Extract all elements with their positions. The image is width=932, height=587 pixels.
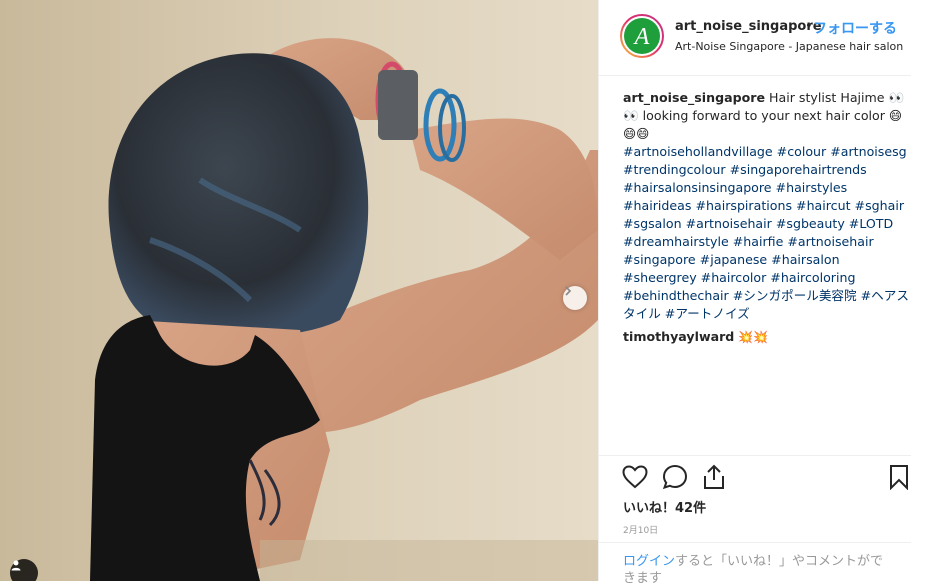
post-caption: art_noise_singapore Hair stylist Hajime …: [623, 89, 913, 323]
heart-icon: [622, 465, 648, 489]
comment-button[interactable]: [661, 463, 689, 491]
post-photo[interactable]: [0, 0, 598, 581]
svg-text:A: A: [633, 24, 650, 50]
caption-username[interactable]: art_noise_singapore: [623, 90, 765, 105]
login-prompt: ログインすると「いいね！」やコメントができます: [599, 542, 911, 586]
chevron-right-icon: [565, 286, 572, 296]
caption-hashtags[interactable]: #artnoisehollandvillage #colour #artnois…: [623, 144, 909, 321]
post-side-panel: A art_noise_singapore • フォローする Art-Noise…: [598, 0, 932, 586]
avatar[interactable]: A: [620, 14, 664, 58]
post-username[interactable]: art_noise_singapore: [675, 19, 822, 34]
comment-icon: [662, 464, 688, 490]
comment-text: 💥💥: [738, 330, 769, 344]
login-link[interactable]: ログイン: [623, 554, 675, 569]
like-button[interactable]: [621, 463, 649, 491]
separator-dot: •: [805, 19, 813, 34]
action-bar: [599, 455, 911, 500]
art-noise-logo-icon: A: [620, 14, 664, 58]
user-icon: [11, 560, 21, 571]
share-button[interactable]: [700, 463, 728, 491]
location-link[interactable]: Art-Noise Singapore - Japanese hair salo…: [675, 40, 903, 53]
photo-illustration: [0, 0, 598, 581]
likes-count[interactable]: いいね！42件: [623, 497, 706, 516]
share-icon: [704, 464, 724, 489]
comment-item: timothyaylward 💥💥: [623, 328, 913, 346]
next-photo-button[interactable]: [563, 286, 587, 310]
tagged-users-button[interactable]: [10, 559, 38, 581]
login-prompt-text: ログインすると「いいね！」やコメントができます: [623, 553, 893, 587]
post-header: A art_noise_singapore • フォローする Art-Noise…: [599, 0, 911, 76]
bookmark-icon: [890, 465, 908, 490]
save-button[interactable]: [885, 463, 913, 491]
follow-button[interactable]: フォローする: [813, 18, 897, 38]
comment-username[interactable]: timothyaylward: [623, 329, 734, 344]
post-date[interactable]: 2月10日: [623, 523, 658, 536]
